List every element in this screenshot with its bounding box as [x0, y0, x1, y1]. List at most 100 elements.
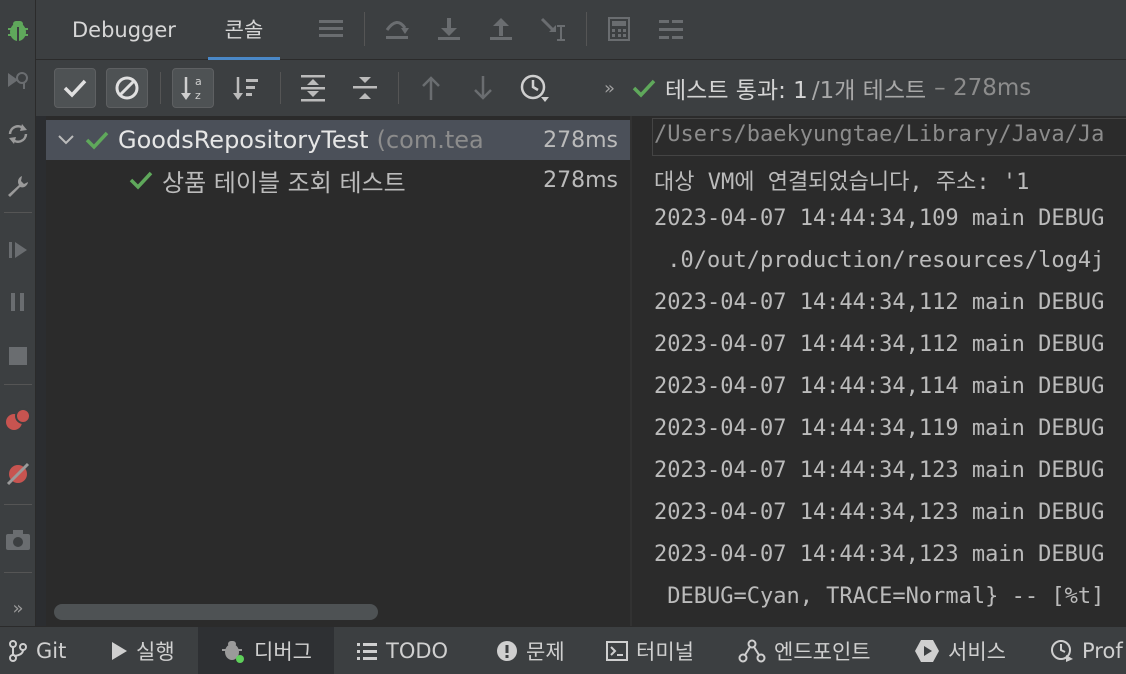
expand-all-icon: [301, 75, 325, 102]
endpoints-icon: [738, 639, 766, 663]
console-line: 2023-04-07 14:44:34,112 main DEBUG: [654, 332, 1105, 357]
console-line: .0/out/production/resources/log4j: [654, 248, 1105, 273]
console-line: 2023-04-07 14:44:34,119 main DEBUG: [654, 416, 1105, 441]
debug-label: 디버그: [254, 640, 312, 664]
run-tool-button[interactable]: 실행: [110, 627, 175, 674]
services-tool-button[interactable]: 서비스: [914, 627, 1006, 674]
separator: [160, 72, 161, 104]
profiler-icon: [1050, 639, 1074, 663]
tree-row-test-method[interactable]: 상품 테이블 조회 테스트 278ms: [46, 160, 630, 200]
endpoints-tool-button[interactable]: 엔드포인트: [738, 627, 871, 674]
debug-tool-button[interactable]: 디버그: [198, 627, 334, 674]
wrench-icon[interactable]: [0, 166, 36, 206]
trace-current-stream-icon[interactable]: [656, 14, 686, 44]
tab-debugger[interactable]: Debugger: [72, 0, 176, 60]
resume-icon[interactable]: [0, 230, 36, 270]
endpoints-label: 엔드포인트: [774, 640, 871, 664]
console-line: 2023-04-07 14:44:34,109 main DEBUG: [654, 206, 1105, 231]
chevron-down-icon[interactable]: [56, 130, 76, 150]
warning-circle-icon: [496, 640, 518, 662]
step-into-icon[interactable]: [434, 14, 464, 44]
pause-icon[interactable]: [0, 282, 36, 322]
step-out-icon[interactable]: [486, 14, 516, 44]
git-label: Git: [36, 639, 67, 663]
test-history-button[interactable]: [514, 68, 556, 108]
arrow-down-icon: [474, 76, 492, 100]
tree-row-test-class[interactable]: GoodsRepositoryTest (com.tea 278ms: [46, 120, 630, 160]
previous-failed-button[interactable]: [410, 68, 452, 108]
collapse-all-icon: [353, 77, 377, 99]
svg-text:z: z: [195, 89, 201, 102]
debug-tab-strip: Debugger 콘솔: [36, 0, 1126, 60]
separator: [398, 72, 399, 104]
checkmark-icon: [63, 79, 87, 98]
console-line: 2023-04-07 14:44:34,112 main DEBUG: [654, 290, 1105, 315]
sort-alphabetically-button[interactable]: az: [172, 68, 214, 108]
tab-debugger-label: Debugger: [72, 18, 176, 42]
test-class-time: 278ms: [543, 127, 618, 153]
step-over-icon[interactable]: [382, 14, 412, 44]
horizontal-scrollbar[interactable]: [54, 604, 378, 620]
test-status-bar: » 테스트 통과: 1 /1개 테스트 – 278ms: [590, 60, 1126, 116]
profiler-label: Prof: [1082, 639, 1123, 663]
left-debug-toolbar: »: [0, 0, 36, 626]
console-line: 2023-04-07 14:44:34,114 main DEBUG: [654, 374, 1105, 399]
camera-icon[interactable]: [0, 520, 36, 560]
layout-menu-icon[interactable]: [316, 14, 346, 44]
todo-label: TODO: [386, 639, 449, 663]
evaluate-expression-icon[interactable]: [604, 14, 634, 44]
problems-tool-button[interactable]: 문제: [496, 627, 565, 674]
terminal-tool-button[interactable]: 터미널: [606, 627, 694, 674]
git-tool-button[interactable]: Git: [8, 627, 66, 674]
test-runner-toolbar: az: [36, 60, 632, 116]
todo-tool-button[interactable]: TODO: [356, 627, 448, 674]
console-output[interactable]: /Users/baekyungtae/Library/Java/Ja 대상 VM…: [632, 116, 1126, 626]
expand-all-button[interactable]: [292, 68, 334, 108]
list-icon: [356, 641, 378, 661]
arrow-up-icon: [422, 76, 440, 100]
rerun-icon[interactable]: [0, 60, 36, 100]
test-method-name: 상품 테이블 조회 테스트: [162, 168, 406, 197]
separator: [364, 12, 365, 46]
test-method-time: 278ms: [543, 167, 618, 193]
profiler-tool-button[interactable]: Prof: [1050, 627, 1123, 674]
services-label: 서비스: [948, 640, 1006, 664]
git-branch-icon: [8, 639, 28, 663]
services-icon: [914, 639, 940, 663]
mute-breakpoints-icon[interactable]: [0, 454, 36, 494]
separator: [4, 384, 32, 385]
tests-duration: – 278ms: [934, 75, 1032, 101]
reload-classes-icon[interactable]: [0, 114, 36, 154]
tab-console[interactable]: 콘솔: [208, 0, 280, 60]
debug-bug-icon: [220, 638, 246, 664]
run-to-cursor-icon[interactable]: [538, 14, 568, 44]
separator: [4, 212, 32, 213]
more-chevron-icon[interactable]: »: [0, 588, 36, 628]
svg-text:a: a: [195, 75, 202, 88]
terminal-label: 터미널: [636, 640, 694, 664]
run-label: 실행: [136, 640, 175, 664]
show-passed-button[interactable]: [54, 68, 96, 108]
separator: [4, 572, 32, 573]
problems-label: 문제: [526, 640, 565, 664]
separator: [4, 504, 32, 505]
history-clock-icon: [520, 74, 549, 102]
console-line: DEBUG=Cyan, TRACE=Normal} -- [%t]: [654, 584, 1105, 609]
stop-icon[interactable]: [0, 336, 36, 376]
show-ignored-button[interactable]: [106, 68, 148, 108]
collapse-all-button[interactable]: [344, 68, 386, 108]
console-line: 2023-04-07 14:44:34,123 main DEBUG: [654, 458, 1105, 483]
sort-az-icon: az: [181, 75, 202, 102]
next-failed-button[interactable]: [462, 68, 504, 108]
tests-total-label: /1개 테스트: [811, 78, 927, 104]
more-chevron-icon[interactable]: »: [604, 78, 615, 99]
separator: [586, 12, 587, 46]
view-breakpoints-icon[interactable]: [0, 400, 36, 440]
tool-window-bar: Git 실행 디버그 TODO 문제 터미널 엔드포인트 서비스 Prof: [0, 626, 1126, 674]
debug-bug-icon[interactable]: [0, 10, 36, 50]
tests-passed-label: 테스트 통과: 1: [665, 78, 808, 104]
sort-by-duration-button[interactable]: [224, 68, 266, 108]
console-line: 대상 VM에 연결되었습니다, 주소: '1: [654, 170, 1030, 195]
console-line: 2023-04-07 14:44:34,123 main DEBUG: [654, 500, 1105, 525]
terminal-icon: [606, 640, 628, 662]
